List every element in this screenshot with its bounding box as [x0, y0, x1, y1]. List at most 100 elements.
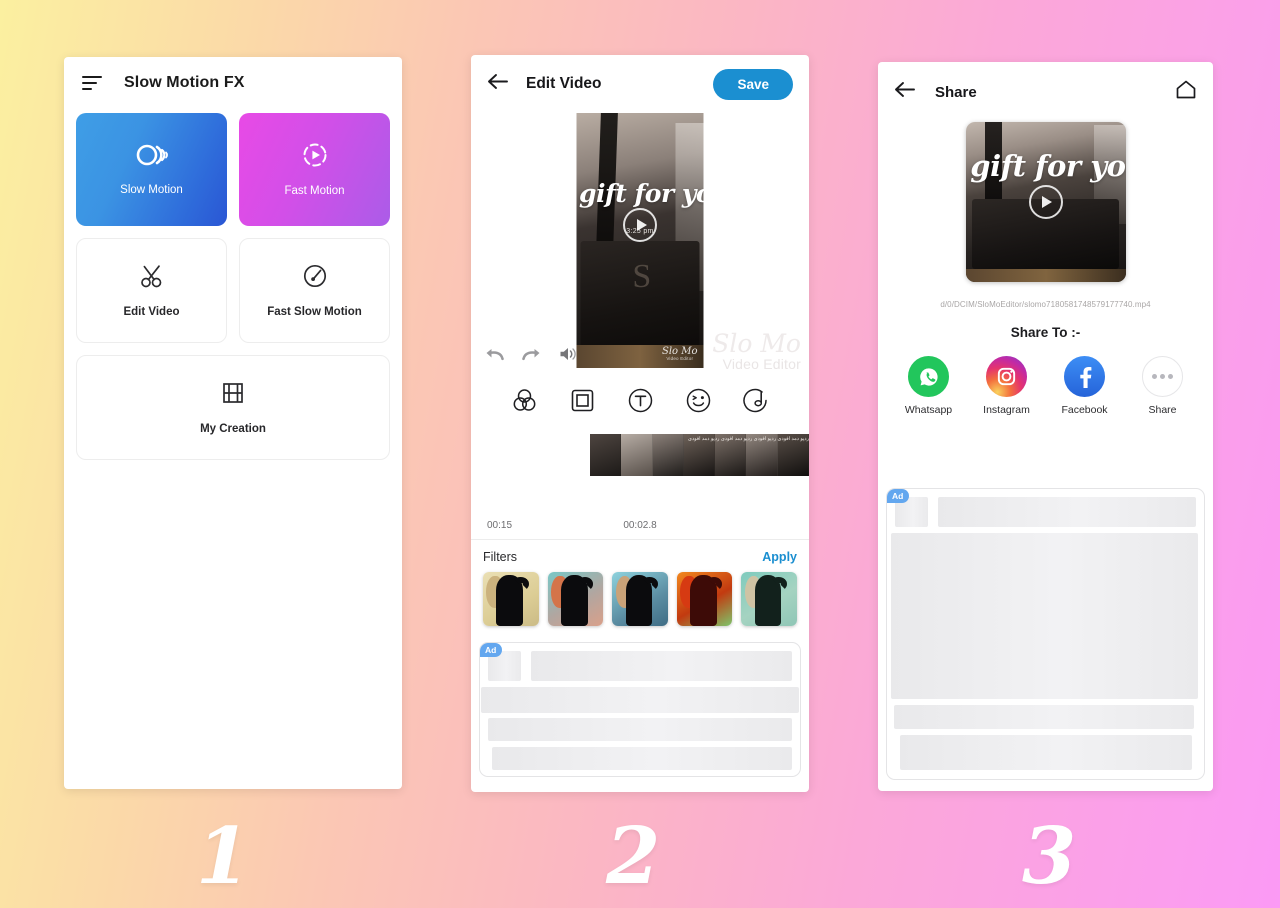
- play-button[interactable]: [1028, 185, 1063, 219]
- watermark-line-2: Video Editor: [722, 355, 801, 372]
- card-row-1: Slow Motion Fast Motion: [76, 113, 390, 226]
- slow-motion-icon: [135, 143, 169, 172]
- ad-body-skeleton-3: [492, 747, 792, 770]
- ad-placeholder[interactable]: Ad: [479, 642, 801, 777]
- card-row-2: Edit Video Fast Slow Motion: [76, 238, 390, 343]
- filter-thumb-vivid-red[interactable]: [676, 572, 733, 626]
- edit-tool-bar: [471, 373, 809, 429]
- ad-title-skeleton: [531, 651, 792, 681]
- page-title: Slow Motion FX: [124, 74, 245, 91]
- ad-badge: Ad: [887, 489, 910, 503]
- ad-title-skeleton: [938, 497, 1196, 527]
- card-label: Edit Video: [123, 306, 180, 318]
- filter-thumb-mint-green[interactable]: [741, 572, 797, 626]
- filter-icon[interactable]: [511, 387, 538, 419]
- music-icon[interactable]: [742, 387, 770, 419]
- filters-header: Filters Apply: [483, 550, 797, 564]
- ad-header-row: [887, 489, 1204, 533]
- filter-thumbnail-list: [483, 572, 797, 626]
- undo-icon[interactable]: [485, 346, 504, 367]
- card-my-creation[interactable]: My Creation: [76, 355, 390, 460]
- video-overlay-text: gift for you: [970, 149, 1126, 184]
- ad-body-skeleton-2: [894, 705, 1194, 729]
- panel1-card-grid: Slow Motion Fast Motion Edit Video Fast …: [64, 109, 402, 460]
- panel3-header: Share: [878, 62, 1213, 122]
- play-icon: [1042, 196, 1052, 208]
- speedometer-icon: [302, 263, 328, 294]
- phone-screen-1: Slow Motion FX Slow Motion Fast Motion E…: [64, 57, 402, 789]
- file-path-label: d/0/DCIM/SloMoEditor/slomo71805817485791…: [940, 300, 1151, 309]
- video-watermark: Slo Mo Video Editor: [662, 346, 698, 362]
- home-icon[interactable]: [1175, 79, 1197, 105]
- card-label: Slow Motion: [120, 184, 183, 196]
- filter-thumb-warm-sepia[interactable]: [483, 572, 539, 626]
- timeline-duration-label: 00:15: [487, 520, 513, 531]
- ad-body-skeleton-3: [900, 735, 1192, 770]
- share-target-list: Whatsapp Instagram Facebook Share: [878, 356, 1213, 416]
- share-target-label: Instagram: [983, 404, 1030, 416]
- instagram-icon: [986, 356, 1027, 397]
- scissors-icon: [139, 263, 165, 294]
- save-button[interactable]: Save: [713, 68, 793, 100]
- back-arrow-icon[interactable]: [894, 81, 915, 103]
- timeline[interactable]: ردپو دمد افودى ردپو افودى ردپو دمد افودى…: [471, 429, 809, 539]
- filter-thumb-cool-teal[interactable]: [547, 572, 604, 626]
- video-overlay-text: gift for you: [579, 179, 703, 209]
- phone-screen-2: Edit Video Save Slo Mo Video Editor S gi…: [471, 55, 809, 792]
- ad-header-row: [480, 643, 800, 687]
- ad-body-skeleton-1: [891, 533, 1198, 699]
- ad-body-skeleton-2: [488, 718, 792, 741]
- step-number-2: 2: [606, 811, 661, 902]
- whatsapp-icon: [908, 356, 949, 397]
- ad-placeholder[interactable]: Ad: [886, 488, 1205, 780]
- video-watermark-line-2: Video Editor: [666, 356, 694, 362]
- filter-thumb-blue-cyan[interactable]: [612, 572, 668, 626]
- panel2-header: Edit Video Save: [471, 55, 809, 113]
- apply-button[interactable]: Apply: [762, 550, 797, 564]
- step-number-1: 1: [196, 811, 251, 902]
- video-preview-stage: Slo Mo Video Editor S gift for you 3:25 …: [471, 113, 809, 373]
- ad-badge: Ad: [480, 643, 503, 657]
- share-target-more[interactable]: Share: [1137, 356, 1189, 416]
- sticker-icon[interactable]: [685, 387, 712, 419]
- card-edit-video[interactable]: Edit Video: [76, 238, 227, 343]
- share-target-label: Share: [1148, 404, 1177, 416]
- share-target-facebook[interactable]: Facebook: [1059, 356, 1111, 416]
- back-arrow-icon[interactable]: [487, 73, 508, 95]
- redo-icon[interactable]: [522, 346, 541, 367]
- share-target-label: Whatsapp: [904, 404, 953, 416]
- ad-body-skeleton-1: [481, 687, 799, 713]
- crop-icon[interactable]: [569, 387, 596, 419]
- play-button[interactable]: [623, 208, 657, 242]
- share-to-heading: Share To :-: [1010, 325, 1081, 340]
- card-fast-motion[interactable]: Fast Motion: [239, 113, 390, 226]
- volume-icon[interactable]: [559, 346, 578, 367]
- card-label: My Creation: [200, 423, 266, 435]
- filters-panel: Filters Apply: [471, 539, 809, 634]
- watermark-line-1: Slo Mo: [712, 329, 801, 359]
- filters-title: Filters: [483, 550, 518, 564]
- timeline-strip-caption: ردپو دمد افودى ردپو افودى ردپو دمد افودى…: [688, 436, 809, 442]
- text-icon[interactable]: [627, 387, 654, 419]
- play-icon: [636, 219, 647, 231]
- hamburger-icon[interactable]: [82, 76, 102, 90]
- timeline-film-strip[interactable]: ردپو دمد افودى ردپو افودى ردپو دمد افودى…: [590, 434, 809, 476]
- more-dots-icon: [1142, 356, 1183, 397]
- page-title: Share: [935, 83, 977, 101]
- panel1-header: Slow Motion FX: [64, 57, 402, 109]
- playback-controls: [485, 346, 578, 367]
- share-target-instagram[interactable]: Instagram: [981, 356, 1033, 416]
- card-label: Fast Motion: [284, 185, 345, 197]
- shared-video-preview[interactable]: gift for you: [965, 122, 1126, 282]
- facebook-icon: [1064, 356, 1105, 397]
- page-title: Edit Video: [526, 75, 602, 92]
- card-slow-motion[interactable]: Slow Motion: [76, 113, 227, 226]
- phone-screen-3: Share gift for you d/0/DCIM/SloMoEditor/…: [878, 62, 1213, 791]
- share-target-whatsapp[interactable]: Whatsapp: [903, 356, 955, 416]
- fast-motion-icon: [302, 142, 328, 173]
- app-watermark: Slo Mo Video Editor: [712, 331, 801, 371]
- film-strip-icon: [220, 380, 246, 411]
- card-fast-slow-motion[interactable]: Fast Slow Motion: [239, 238, 390, 343]
- share-target-label: Facebook: [1061, 404, 1108, 416]
- step-number-3: 3: [1022, 811, 1077, 902]
